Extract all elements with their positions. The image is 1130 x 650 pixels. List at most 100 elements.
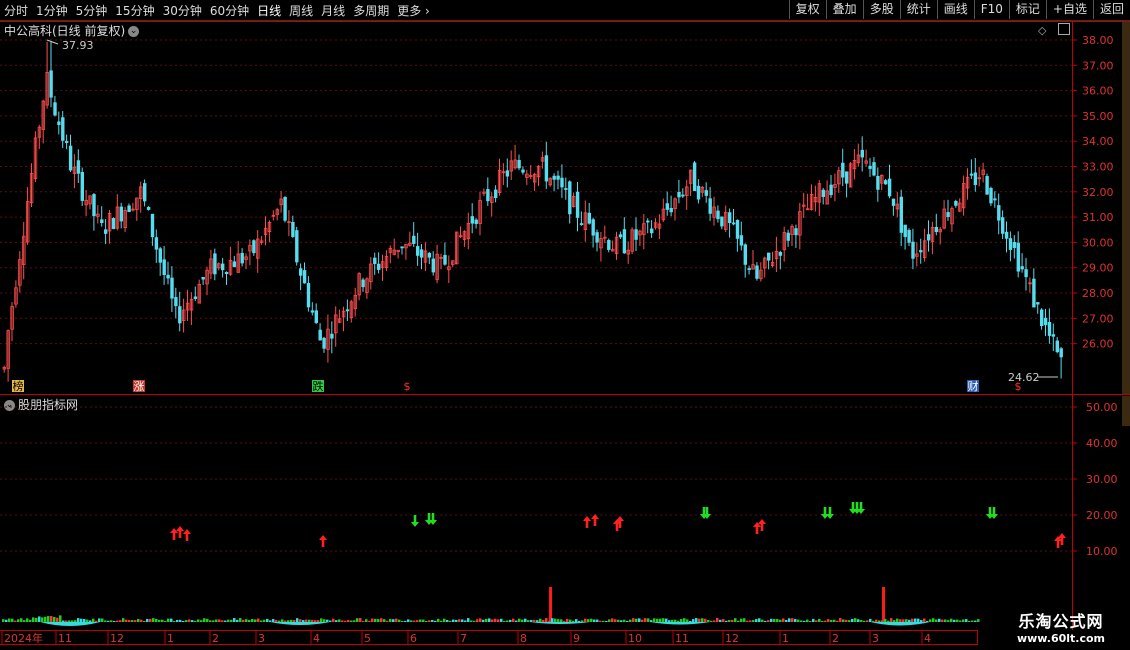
candle-body [174,297,178,307]
volume-bar [809,620,812,622]
volume-bar [401,620,404,622]
candle-body [1001,217,1005,234]
volume-bar [821,620,824,622]
volume-bar [149,618,152,622]
volume-bar [77,618,80,622]
candle-body [646,220,650,223]
candle-body [505,170,510,177]
candle-body [934,226,939,233]
volume-bar [569,619,572,622]
volume-bar [920,620,923,622]
candle-body [1016,242,1020,272]
volume-bar [518,618,521,622]
candle-body [845,171,849,184]
candle-body [412,235,416,244]
candle-body [1036,302,1040,305]
candle-body [201,277,205,280]
volume-bar [236,619,239,622]
candle-body [876,175,880,190]
candle-body [1059,348,1063,358]
volume-bar [365,619,368,622]
volume-bar [890,618,893,622]
signal-spike [882,587,885,622]
volume-bar [761,619,764,622]
volume-bar [47,616,50,622]
candle-body [470,216,474,224]
volume-bar [755,619,758,622]
candle-body [431,258,435,273]
candle-body [786,232,790,241]
volume-dip [270,622,330,625]
volume-bar [764,620,767,622]
volume-bar [110,620,113,622]
volume-bar [161,619,164,622]
candle-body [65,140,69,143]
volume-bar [854,618,857,622]
volume-bar [734,618,737,622]
volume-bar [83,618,86,622]
candle-body [1004,231,1009,239]
indicator-panel: 50.00 40.00 30.00 20.00 10.00 [0,396,1130,622]
candle-body [560,177,564,188]
volume-bar [173,620,176,622]
volume-bar [662,618,665,622]
volume-bar [824,620,827,622]
candle-body [283,197,287,221]
volume-bar [107,620,110,622]
volume-bar [224,620,227,622]
volume-bar [896,618,899,622]
volume-bar [782,618,785,622]
volume-bar [398,619,401,622]
volume-bar [377,619,380,622]
volume-bar [275,619,278,622]
price-tick-label: 36.00 [1082,85,1114,98]
time-label: 4 [313,632,320,645]
candle-body [743,244,747,265]
volume-dip [530,622,590,624]
candle-body [306,283,311,308]
volume-bar [41,617,44,622]
candle-body [696,185,701,200]
event-marker: 跌 [312,379,324,393]
volume-bar [509,619,512,622]
volume-bar [71,620,74,622]
price-tick-label: 30.00 [1082,236,1114,249]
candle-body [104,229,108,234]
volume-bar [572,620,575,622]
volume-bar [59,615,62,622]
volume-bar [17,619,20,622]
volume-bar [476,619,479,622]
volume-bar [779,619,782,622]
time-label: 7 [460,632,467,645]
volume-bar [521,619,524,622]
candle-body [1012,242,1017,248]
volume-bar [860,620,863,622]
volume-bar [44,616,47,622]
volume-bar [281,619,284,622]
volume-bar [500,618,503,622]
volume-bar [287,620,290,622]
volume-bar [707,619,710,622]
candle-body [821,189,825,198]
candle-body [427,252,432,258]
side-strip [1122,22,1130,394]
candle-body [564,188,568,190]
volume-bar [605,620,608,622]
volume-bar [932,618,935,622]
event-marker-label: 财 [968,379,979,393]
high-price-label: 37.93 [62,39,94,52]
volume-bar [752,620,755,622]
candle-body [240,252,244,264]
event-markers: 榜涨跌 $ 财 $ [12,379,1024,393]
volume-bar [803,620,806,622]
candle-body [314,310,318,323]
volume-bar [86,619,89,622]
indicator-tick-label: 30.00 [1086,473,1118,486]
volume-bar [446,620,449,622]
candle-body [76,160,81,174]
volume-bar [599,620,602,622]
time-axis: 2024年 11 12 1 2 3 4 5 6 7 8 9 10 11 12 1 2 3 4 [0,630,978,645]
volume-bar [260,620,263,622]
volume-bar [584,618,587,622]
volume-bar [737,620,740,622]
